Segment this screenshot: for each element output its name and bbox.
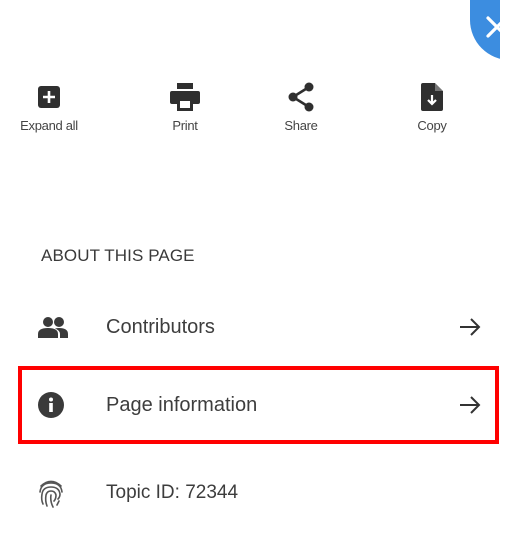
file-download-icon	[421, 83, 443, 111]
scroll-gutter	[500, 0, 513, 536]
plus-box-icon	[38, 86, 60, 108]
print-button[interactable]: Print	[140, 80, 230, 133]
info-icon	[38, 392, 64, 418]
copy-label: Copy	[417, 118, 447, 133]
copy-button[interactable]: Copy	[387, 80, 477, 133]
page-information-label: Page information	[106, 393, 258, 416]
toolbar: Expand all Print Share Copy	[20, 80, 480, 140]
topic-id-label: Topic ID: 72344	[106, 482, 239, 503]
printer-icon	[170, 83, 200, 111]
print-label: Print	[172, 118, 198, 133]
arrow-right-icon	[460, 396, 481, 414]
share-icon	[288, 82, 314, 112]
side-panel: Expand all Print Share Copy ABOUT THIS P…	[0, 0, 513, 536]
expand-all-label: Expand all	[20, 118, 78, 133]
people-icon	[38, 317, 68, 338]
share-label: Share	[284, 118, 318, 133]
expand-all-button[interactable]: Expand all	[4, 80, 94, 133]
contributors-label: Contributors	[106, 315, 215, 338]
page-information-link[interactable]: Page information	[18, 366, 499, 444]
topic-id-row: Topic ID: 72344	[18, 454, 499, 532]
share-button[interactable]: Share	[256, 80, 346, 133]
section-title: ABOUT THIS PAGE	[41, 246, 195, 265]
contributors-link[interactable]: Contributors	[18, 288, 499, 366]
arrow-right-icon	[460, 318, 481, 336]
fingerprint-icon	[39, 480, 63, 508]
